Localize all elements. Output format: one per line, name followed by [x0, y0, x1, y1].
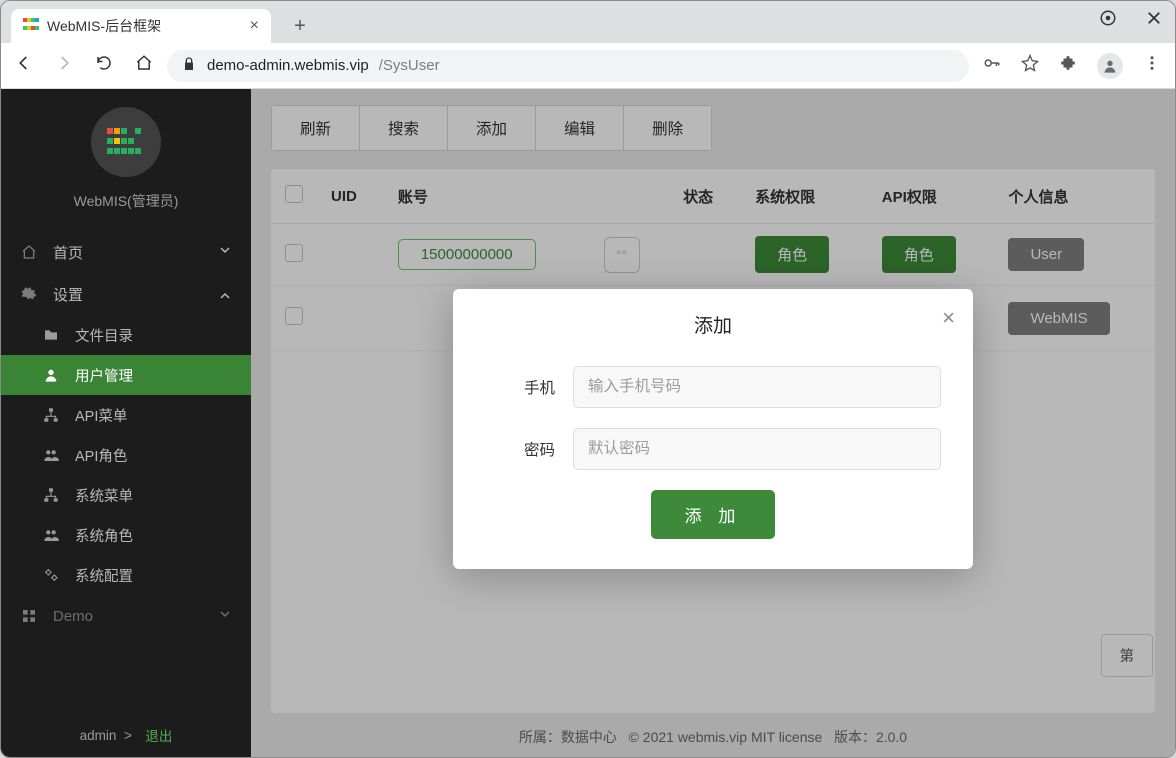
app-logo-icon — [91, 107, 161, 177]
favicon-icon — [23, 18, 39, 34]
add-modal: 添加 × 手机 密码 添 加 — [453, 289, 973, 569]
profile-avatar-icon[interactable] — [1097, 53, 1123, 79]
browser-tabstrip: WebMIS-后台框架 × + — [1, 1, 1175, 43]
url-host: demo-admin.webmis.vip — [207, 57, 369, 74]
home-icon — [19, 244, 39, 260]
sidebar-item-label: Demo — [53, 608, 93, 625]
tab-title: WebMIS-后台框架 — [47, 16, 161, 36]
window-controls — [1099, 9, 1163, 32]
sidebar: WebMIS(管理员) 首页设置文件目录用户管理 API菜单 API角色系统菜单系统… — [1, 89, 251, 757]
modal-title: 添加 — [485, 311, 941, 338]
users-icon — [41, 527, 61, 543]
sidebar-subitem-1-2[interactable]: API菜单 — [1, 395, 251, 435]
logout-link[interactable]: 退出 — [145, 725, 172, 745]
modal-submit-button[interactable]: 添 加 — [651, 490, 776, 539]
sidebar-item-2[interactable]: Demo — [1, 595, 251, 637]
sidebar-subitem-1-6[interactable]: 系统配置 — [1, 555, 251, 595]
kebab-menu-icon[interactable] — [1143, 54, 1161, 77]
chevron-down-icon — [217, 284, 233, 304]
sidebar-subitem-1-3[interactable]: API角色 — [1, 435, 251, 475]
window-close-icon[interactable] — [1145, 9, 1163, 32]
grid-icon — [19, 608, 39, 624]
browser-toolbar: demo-admin.webmis.vip/SysUser — [1, 43, 1175, 89]
chevron-down-icon — [217, 606, 233, 626]
sidebar-subitem-1-4[interactable]: 系统菜单 — [1, 475, 251, 515]
reload-icon[interactable] — [95, 54, 113, 77]
password-label: 密码 — [485, 438, 555, 460]
url-path: /SysUser — [379, 57, 440, 74]
back-icon[interactable] — [15, 54, 33, 77]
lock-icon — [181, 56, 197, 76]
phone-input[interactable] — [573, 366, 941, 408]
sidebar-item-label: 系统角色 — [75, 525, 133, 546]
footer-username: admin — [80, 728, 117, 743]
chevron-down-icon — [217, 242, 233, 262]
sidebar-user-label: WebMIS(管理员) — [74, 191, 179, 211]
sidebar-subitem-1-5[interactable]: 系统角色 — [1, 515, 251, 555]
key-icon[interactable] — [983, 54, 1001, 77]
folder-icon — [41, 327, 61, 343]
sidebar-footer: admin > 退出 — [1, 713, 251, 757]
sidebar-item-label: API角色 — [75, 445, 127, 466]
password-input[interactable] — [573, 428, 941, 470]
modal-mask[interactable]: 添加 × 手机 密码 添 加 — [251, 89, 1175, 757]
sitemap-icon — [41, 487, 61, 503]
modal-close-icon[interactable]: × — [942, 305, 955, 331]
url-field[interactable]: demo-admin.webmis.vip/SysUser — [167, 50, 969, 82]
users-icon — [41, 447, 61, 463]
browser-tab[interactable]: WebMIS-后台框架 × — [11, 9, 271, 43]
gear-icon — [19, 286, 39, 302]
phone-label: 手机 — [485, 376, 555, 398]
main-area: 刷新搜索添加编辑删除 UID账号状态系统权限API权限个人信息 15000000… — [251, 89, 1175, 757]
sidebar-item-label: 首页 — [53, 242, 83, 263]
sidebar-subitem-1-1[interactable]: 用户管理 — [1, 355, 251, 395]
new-tab-button[interactable]: + — [285, 11, 315, 41]
sidebar-item-label: 系统配置 — [75, 565, 133, 586]
tab-close-icon[interactable]: × — [250, 17, 259, 35]
sidebar-item-label: 设置 — [53, 284, 83, 305]
sidebar-item-0[interactable]: 首页 — [1, 231, 251, 273]
incognito-icon — [1099, 9, 1117, 32]
extensions-icon[interactable] — [1059, 54, 1077, 77]
sidebar-item-label: 系统菜单 — [75, 485, 133, 506]
sitemap-icon — [41, 407, 61, 423]
sidebar-item-label: 用户管理 — [75, 365, 133, 386]
sidebar-subitem-1-0[interactable]: 文件目录 — [1, 315, 251, 355]
star-icon[interactable] — [1021, 54, 1039, 77]
sidebar-item-label: 文件目录 — [75, 325, 133, 346]
sidebar-item-1[interactable]: 设置 — [1, 273, 251, 315]
home-icon[interactable] — [135, 54, 153, 77]
forward-icon[interactable] — [55, 54, 73, 77]
user-icon — [41, 367, 61, 383]
sidebar-item-label: API菜单 — [75, 405, 127, 426]
cogs-icon — [41, 567, 61, 583]
